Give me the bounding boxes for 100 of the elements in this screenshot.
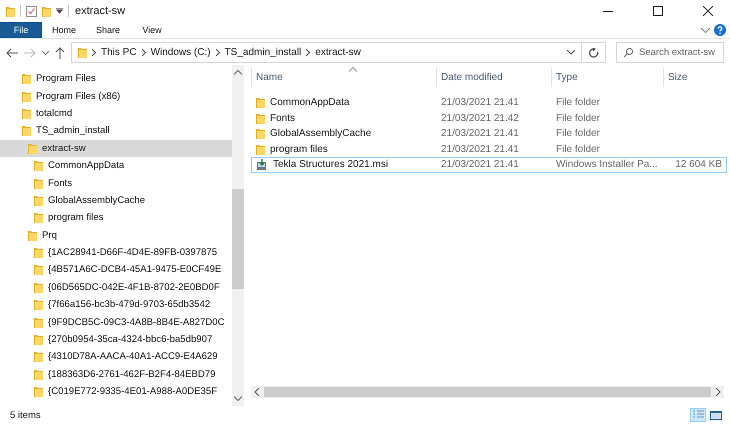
tree-item[interactable]: Program Files (x86) (0, 87, 232, 105)
scroll-down-icon[interactable] (234, 396, 242, 401)
folder-icon (34, 160, 43, 172)
file-name: program files (252, 144, 437, 155)
file-type: File folder (555, 97, 601, 108)
breadcrumb[interactable]: TS_admin_install (224, 47, 302, 58)
file-type: File folder (555, 112, 601, 124)
date-modified: 21/03/2021 21.41 (440, 159, 520, 170)
file-button[interactable]: File (0, 22, 42, 38)
breadcrumb[interactable]: extract-sw (315, 47, 361, 58)
file-row[interactable]: program files 21/03/2021 21.41 File folder (251, 142, 727, 157)
details-view-button[interactable] (690, 408, 706, 422)
up-arrow-icon (55, 46, 65, 58)
folder-icon (34, 212, 43, 224)
chevron-icon (92, 49, 96, 56)
column-header[interactable]: Date modified (436, 67, 551, 87)
folder-icon (34, 194, 43, 206)
date-modified: 21/03/2021 21.41 (440, 97, 520, 108)
ribbon-tab[interactable]: View (130, 22, 174, 38)
tree-item[interactable]: {188363D6-2761-462F-B2F4-84EBD79 (0, 366, 232, 384)
tree-item[interactable]: extract-sw (0, 140, 232, 157)
dropdown-icon[interactable] (56, 8, 63, 14)
breadcrumb[interactable]: This PC (101, 47, 137, 58)
tree-item[interactable]: program files (0, 209, 232, 227)
tree-item[interactable]: {1AC28941-D66F-4D4E-89FB-0397875 (0, 244, 232, 262)
tree-item[interactable]: {4B571A6C-DCB4-45A1-9475-E0CF49E (0, 261, 232, 279)
refresh-button[interactable] (582, 42, 606, 63)
folder-icon (34, 368, 43, 380)
folder-icon (34, 247, 43, 258)
back-button[interactable] (6, 48, 18, 58)
tree-item[interactable]: CommonAppData (0, 156, 232, 174)
ribbon-tab[interactable]: Home (42, 22, 86, 38)
details-list-icon (692, 410, 704, 420)
folder-icon (34, 282, 43, 293)
installer-icon (256, 158, 268, 171)
folder-icon (34, 264, 43, 276)
search-icon (624, 48, 633, 57)
column-header[interactable]: Type (551, 67, 663, 87)
folder-icon (34, 299, 43, 310)
scroll-right-icon[interactable] (715, 388, 721, 396)
tree-item[interactable]: Fonts (0, 174, 232, 192)
item-count: 5 items (10, 410, 41, 420)
recent-locations-button[interactable] (42, 50, 49, 54)
scroll-left-icon[interactable] (254, 388, 260, 396)
tree-item[interactable]: Prq (0, 226, 232, 244)
breadcrumb[interactable]: Windows (C:) (150, 47, 211, 58)
file-name: Fonts (252, 112, 437, 124)
file-name: Tekla Structures 2021.msi (252, 158, 437, 171)
folder-icon (78, 47, 87, 58)
file-row[interactable]: CommonAppData 21/03/2021 21.41 File folder (251, 95, 727, 110)
folder-icon (22, 125, 31, 136)
thumbnail-icon (710, 410, 722, 420)
scrollbar[interactable] (232, 65, 244, 406)
tree-item[interactable]: Program Files (0, 70, 232, 88)
file-size: 12 604 KB (674, 159, 723, 170)
ribbon-tab[interactable]: Share (86, 22, 130, 38)
folder-icon (22, 73, 31, 84)
folder-icon (42, 6, 51, 16)
date-modified: 21/03/2021 21.41 (440, 128, 520, 140)
tree-item[interactable]: {270b0954-35ca-4324-bbc6-ba5db907 (0, 330, 232, 348)
sort-up-icon (349, 67, 357, 72)
search-field[interactable]: Search extract-sw (616, 42, 724, 63)
tree-item[interactable]: {9F9DCB5C-09C3-4A8B-8B4E-A827D0C (0, 313, 232, 331)
file-type: File folder (555, 128, 601, 140)
folder-icon (256, 97, 265, 108)
properties-icon[interactable] (26, 6, 37, 16)
folder-icon (22, 90, 31, 102)
tree-item[interactable]: totalcmd (0, 104, 232, 122)
column-header[interactable]: Name (251, 67, 436, 87)
dropdown-icon[interactable] (567, 50, 575, 55)
file-row[interactable]: Tekla Structures 2021.msi 21/03/2021 21.41 Windows Installer Pa... 12 604 KB (251, 157, 727, 172)
file-type: File folder (555, 144, 601, 155)
file-row[interactable]: Fonts 21/03/2021 21.42 File folder (251, 110, 727, 126)
refresh-icon (588, 48, 598, 58)
address-bar[interactable]: This PC Windows (C:) TS_admin_install extract-sw (71, 42, 582, 63)
tree-item[interactable]: TS_admin_install (0, 122, 232, 140)
chevron-icon (306, 49, 310, 56)
help-button[interactable] (714, 22, 726, 38)
help-icon (714, 24, 726, 36)
folder-icon (6, 6, 15, 16)
scrollbar[interactable] (251, 386, 724, 398)
tree-item[interactable]: {7f66a156-bc3b-479d-9703-65db3542 (0, 296, 232, 314)
window-title: extract-sw (68, 5, 126, 17)
up-button[interactable] (55, 46, 65, 58)
chevron-icon (142, 49, 146, 56)
column-header[interactable]: Size (663, 67, 723, 87)
folder-icon (28, 230, 37, 241)
folder-icon (256, 112, 265, 124)
tree-item[interactable]: {06D565DC-042E-4F1B-8702-2E0BD0F (0, 278, 232, 296)
date-modified: 21/03/2021 21.41 (440, 144, 520, 155)
close-icon (702, 6, 712, 16)
folder-icon (28, 142, 37, 154)
tree-item[interactable]: {C019E772-9335-4E01-A988-A0DE35F (0, 383, 232, 400)
thumbnails-view-button[interactable] (708, 408, 724, 422)
file-row[interactable]: GlobalAssemblyCache 21/03/2021 21.41 File folder (251, 126, 727, 142)
scroll-up-icon[interactable] (234, 70, 242, 75)
tree-item[interactable]: GlobalAssemblyCache (0, 192, 232, 210)
folder-icon (34, 386, 43, 398)
tree-item[interactable]: {4310D78A-AACA-40A1-ACC9-E4A629 (0, 348, 232, 366)
folder-icon (256, 144, 265, 155)
